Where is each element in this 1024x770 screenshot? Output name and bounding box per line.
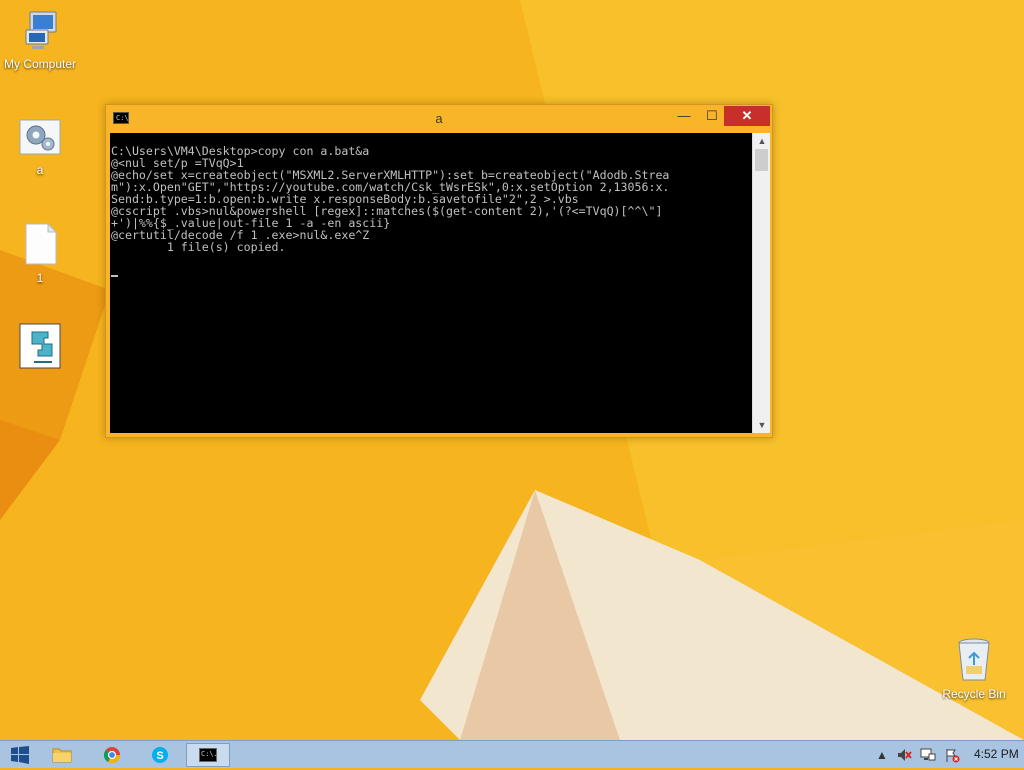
maximize-button[interactable]: ☐: [697, 106, 727, 126]
taskbar-command-prompt[interactable]: C:\.: [186, 743, 230, 767]
console-window[interactable]: C:\. a — ☐ ✕ C:\Users\VM4\Desktop>copy c…: [105, 104, 773, 438]
console-output[interactable]: C:\Users\VM4\Desktop>copy con a.bat&a @<n…: [110, 133, 752, 433]
taskbar-file-explorer[interactable]: [40, 743, 84, 767]
network-icon[interactable]: [920, 747, 936, 763]
vertical-scrollbar[interactable]: ▲ ▼: [752, 133, 770, 433]
desktop-icon-label: Recycle Bin: [942, 687, 1006, 701]
desktop-icon-a[interactable]: a: [0, 118, 80, 177]
system-tray: ▲ 4:52 PM: [824, 741, 1024, 769]
folder-icon: [52, 748, 72, 763]
desktop-icon-recycle-bin[interactable]: Recycle Bin: [934, 636, 1014, 701]
start-button[interactable]: [0, 743, 40, 767]
desktop-icon-my-computer[interactable]: My Computer: [0, 8, 80, 71]
text-cursor: [111, 275, 118, 277]
chrome-icon: [103, 747, 121, 764]
console-cursor-line: [111, 265, 752, 277]
minimize-button[interactable]: —: [669, 106, 699, 126]
desktop-icon-label: 1: [36, 271, 44, 285]
close-button[interactable]: ✕: [724, 106, 770, 126]
action-center-flag-icon[interactable]: [944, 747, 960, 763]
taskbar-clock[interactable]: 4:52 PM: [974, 747, 1019, 761]
desktop-icon-vbs-script[interactable]: [0, 322, 80, 375]
title-bar[interactable]: C:\. a — ☐ ✕: [106, 105, 772, 133]
taskbar-chrome[interactable]: [90, 743, 134, 767]
recycle-bin-icon: [958, 638, 990, 681]
svg-text:S: S: [156, 750, 163, 762]
desktop-icon-label: a: [36, 163, 44, 177]
scroll-down-arrow-icon[interactable]: ▼: [753, 417, 771, 433]
script-file-icon: [19, 323, 61, 369]
desktop-icon-label: My Computer: [3, 57, 77, 71]
desktop-icon-1[interactable]: 1: [0, 222, 80, 285]
windows-logo-icon: [11, 746, 29, 764]
taskbar-skype[interactable]: S: [138, 743, 182, 767]
skype-icon: S: [152, 747, 168, 763]
speaker-muted-icon[interactable]: [896, 747, 912, 763]
command-prompt-icon: C:\.: [199, 748, 218, 762]
computer-icon: [25, 11, 57, 49]
console-line: 1 file(s) copied.: [111, 240, 286, 254]
scroll-up-arrow-icon[interactable]: ▲: [753, 133, 771, 149]
show-hidden-icons-arrow-icon[interactable]: ▲: [874, 747, 890, 763]
blank-file-icon: [25, 222, 58, 265]
batch-file-icon: [19, 119, 61, 155]
taskbar: S C:\. ▲ 4:52 PM: [0, 740, 1024, 768]
scroll-thumb[interactable]: [755, 149, 768, 171]
